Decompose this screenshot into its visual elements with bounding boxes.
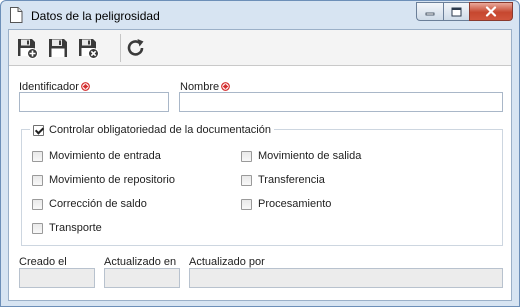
window-controls xyxy=(416,2,513,22)
nombre-input[interactable] xyxy=(179,92,503,112)
checkbox[interactable] xyxy=(32,198,43,210)
option-label: Transporte xyxy=(49,222,102,234)
required-icon xyxy=(221,82,230,91)
checkbox[interactable] xyxy=(32,222,43,234)
creado-el-label: Creado el xyxy=(19,256,67,268)
controlar-obligatoriedad-checkbox[interactable] xyxy=(33,124,44,136)
option-movimiento-salida[interactable]: Movimiento de salida xyxy=(241,149,361,163)
dialog-window: Datos de la peligrosidad Identificador N… xyxy=(0,0,520,307)
save-icon[interactable] xyxy=(47,37,69,59)
option-label: Movimiento de entrada xyxy=(49,150,161,162)
maximize-icon xyxy=(451,7,462,16)
checkbox[interactable] xyxy=(241,174,252,186)
option-label: Procesamiento xyxy=(258,198,332,210)
identificador-input[interactable] xyxy=(19,92,169,112)
option-movimiento-repositorio[interactable]: Movimiento de repositorio xyxy=(32,173,175,187)
minimize-icon xyxy=(425,12,435,15)
actualizado-por-field xyxy=(189,268,503,288)
dialog-content: Identificador Nombre Controlar obligator… xyxy=(8,29,512,301)
minimize-button[interactable] xyxy=(416,2,443,21)
document-icon xyxy=(10,7,23,23)
close-button[interactable] xyxy=(469,2,513,21)
toolbar xyxy=(9,30,511,66)
legend-label: Controlar obligatoriedad de la documenta… xyxy=(49,124,271,136)
option-transferencia[interactable]: Transferencia xyxy=(241,173,325,187)
actualizado-en-field xyxy=(104,268,180,288)
option-transporte[interactable]: Transporte xyxy=(32,221,102,235)
maximize-button[interactable] xyxy=(443,2,469,21)
creado-el-field xyxy=(19,268,95,288)
option-procesamiento[interactable]: Procesamiento xyxy=(241,197,331,211)
checkbox[interactable] xyxy=(32,174,43,186)
option-label: Transferencia xyxy=(258,174,325,186)
option-movimiento-entrada[interactable]: Movimiento de entrada xyxy=(32,149,161,163)
checkbox[interactable] xyxy=(32,150,43,162)
window-title: Datos de la peligrosidad xyxy=(31,9,160,23)
actualizado-en-label: Actualizado en xyxy=(104,256,177,268)
save-new-icon[interactable] xyxy=(16,37,38,59)
checkbox[interactable] xyxy=(241,150,252,162)
close-icon xyxy=(485,6,497,17)
documentation-group: Controlar obligatoriedad de la documenta… xyxy=(21,122,503,246)
option-label: Movimiento de salida xyxy=(258,150,362,162)
option-correccion-saldo[interactable]: Corrección de saldo xyxy=(32,197,147,211)
save-close-icon[interactable] xyxy=(77,37,99,59)
documentation-legend[interactable]: Controlar obligatoriedad de la documenta… xyxy=(30,122,274,138)
title-bar[interactable]: Datos de la peligrosidad xyxy=(1,1,519,29)
option-label: Corrección de saldo xyxy=(49,198,147,210)
checkbox[interactable] xyxy=(241,198,252,210)
toolbar-separator xyxy=(120,34,121,62)
refresh-icon[interactable] xyxy=(125,37,147,59)
option-label: Movimiento de repositorio xyxy=(49,174,175,186)
required-icon xyxy=(81,82,90,91)
actualizado-por-label: Actualizado por xyxy=(189,256,265,268)
